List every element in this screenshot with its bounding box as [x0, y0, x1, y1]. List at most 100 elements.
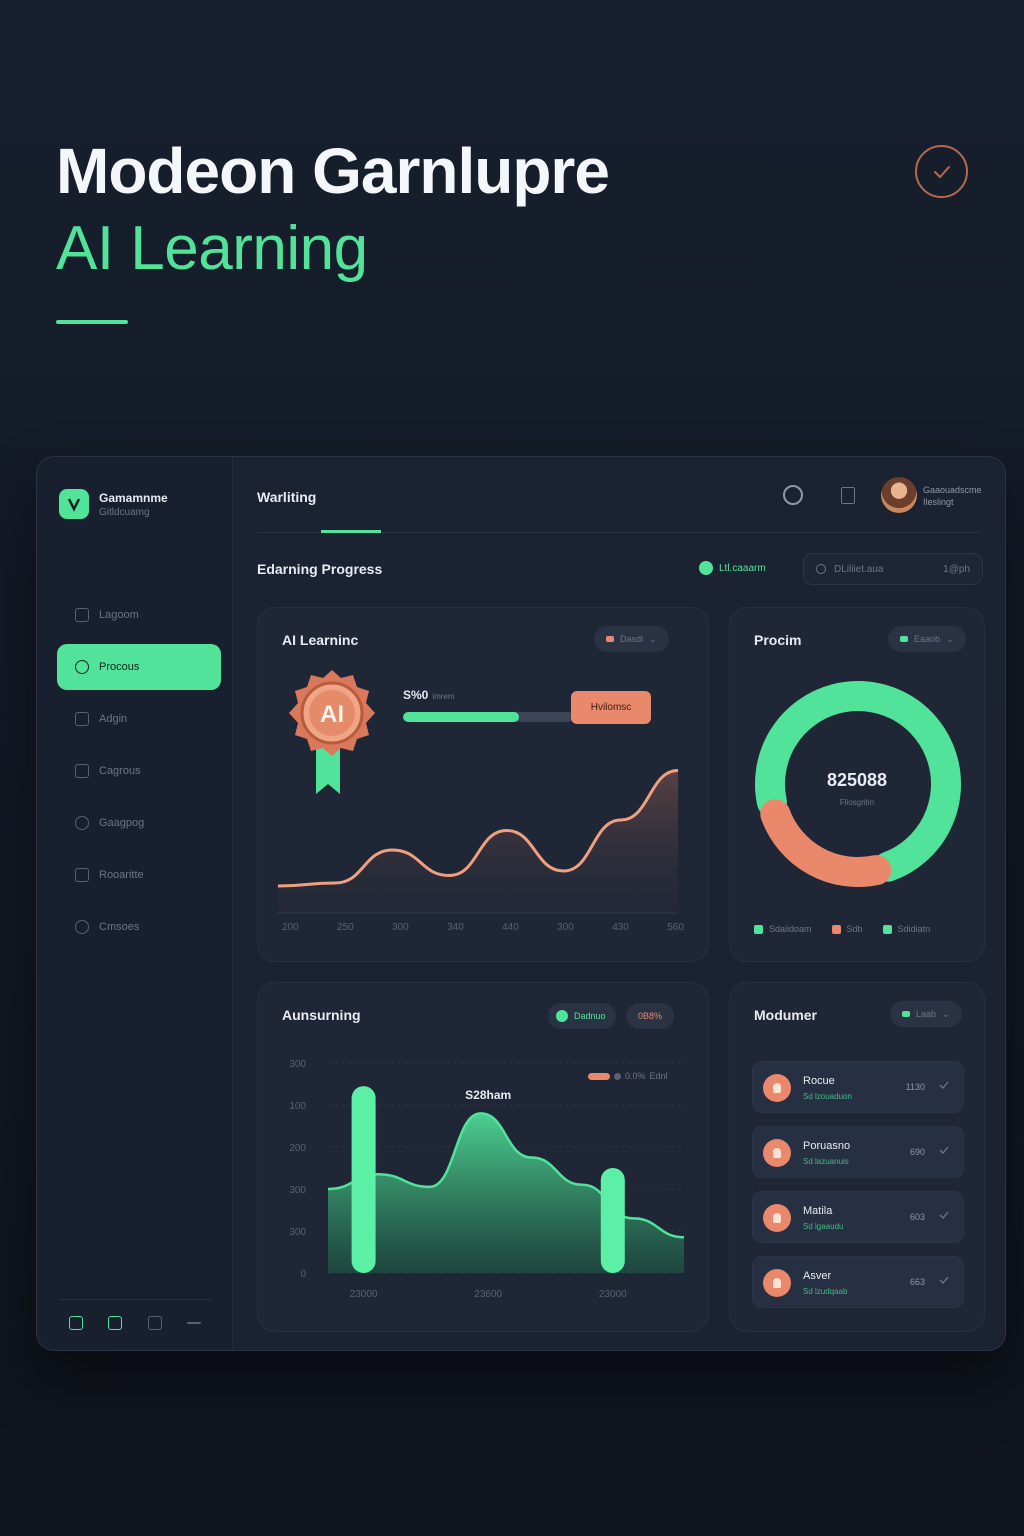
brand-name: Gamamnme [99, 490, 168, 505]
x-tick-label: 300 [557, 922, 574, 933]
brand-tagline: Gitldcuamg [99, 506, 150, 518]
item-subtitle: Sd lzouaduon [803, 1092, 852, 1101]
item-value: 1130 [905, 1082, 925, 1092]
donut-subtext: Fliosgritin [839, 798, 875, 807]
x-tick-label: 23600 [474, 1289, 502, 1300]
card-title: Modumer [754, 1007, 817, 1023]
pill-label: Dadnuo [574, 1011, 606, 1021]
dropdown-label: Laab [916, 1009, 937, 1019]
progress-label: S%0 imrem [403, 688, 455, 702]
check-icon [939, 1081, 949, 1089]
y-tick-label: 300 [289, 1185, 306, 1196]
tab-warliting[interactable]: Warliting [257, 489, 316, 505]
dropdown-label: Dasdl [620, 634, 644, 644]
donut-value: 825088 [826, 770, 888, 790]
avatar[interactable] [881, 477, 917, 513]
modumer-card: Modumer Laab ⌄ Rocue Sd lzouaduon 1130 P… [729, 982, 985, 1332]
sidebar: Gamamnme Gitldcuamg Lagoom Procous Adgin… [37, 457, 233, 1350]
x-axis-ticks: 200 250 300 340 440 300 430 560 [282, 922, 684, 933]
legend-item: Sdaiidoam [754, 924, 812, 934]
chevron-down-icon: ⌄ [942, 1008, 950, 1019]
user-name: Gaaouadscme [923, 485, 982, 495]
sidebar-item-procous[interactable]: Procous [57, 644, 221, 690]
home-icon[interactable] [69, 1316, 83, 1330]
y-tick-label: 300 [289, 1059, 306, 1070]
progress-bar [403, 712, 573, 722]
list-item[interactable]: Rocue Sd lzouaduon 1130 [752, 1061, 964, 1113]
bar [351, 1086, 376, 1273]
sidebar-item-label: Procous [99, 661, 140, 673]
list-item[interactable]: Poruasno Sd lazuanuis 690 [752, 1126, 964, 1178]
progress-button[interactable]: Hvilomsc [571, 691, 651, 724]
legend-item: Sdb [831, 924, 863, 934]
check-icon [933, 165, 950, 178]
user-icon [75, 712, 89, 726]
grid-icon[interactable] [108, 1316, 123, 1330]
y-tick-label: 0 [300, 1269, 306, 1280]
sidebar-item-cagrous[interactable]: Cagrous [57, 748, 221, 794]
main-content: Warliting Gaaouadscme Ileslingt Edarning… [233, 457, 1005, 1350]
sidebar-item-label: Rooaritte [99, 869, 144, 881]
ai-learning-card: AI Learninc Dasdl ⌄ AI S%0 imrem Hvilomsc… [257, 607, 709, 962]
sidebar-item-label: Lagoom [99, 609, 139, 621]
person-icon [763, 1204, 791, 1232]
item-subtitle: Sd lazuanuis [803, 1157, 849, 1166]
x-tick-label: 250 [337, 922, 354, 933]
sidebar-item-gaagpog[interactable]: Gaagpog [57, 800, 221, 846]
item-title: Rocue [803, 1075, 835, 1087]
filter-pill-orange[interactable]: 0B8% [626, 1003, 675, 1029]
date-selector[interactable]: DLiliiet.aua 1@ph [803, 553, 983, 585]
document-icon[interactable] [841, 487, 855, 504]
legend-item: Sdidiatn [882, 924, 930, 934]
list-item[interactable]: Asver Sd lzudqaab 663 [752, 1256, 964, 1308]
brand-logo-icon [59, 489, 89, 519]
person-icon [763, 1139, 791, 1167]
item-title: Matila [803, 1205, 833, 1217]
donut-slice [760, 799, 892, 887]
card-title: Aunsurning [282, 1007, 361, 1023]
check-button[interactable] [915, 145, 968, 198]
swatch-icon [606, 636, 614, 642]
y-tick-label: 100 [289, 1101, 306, 1112]
x-tick-label: 430 [612, 922, 629, 933]
period-dropdown[interactable]: Dasdl ⌄ [594, 626, 669, 652]
card-title: Procim [754, 632, 802, 648]
item-subtitle: Sd lgaaudu [803, 1222, 844, 1231]
swatch-icon [902, 1011, 910, 1017]
settings-icon [75, 920, 89, 934]
user-info[interactable]: Gaaouadscme Ileslingt [923, 485, 982, 508]
filter-chip[interactable]: Ltl.caaarm [699, 561, 766, 575]
list-item[interactable]: Matila Sd lgaaudu 603 [752, 1191, 964, 1243]
item-subtitle: Sd lzudqaab [803, 1287, 848, 1296]
more-icon[interactable] [186, 1322, 201, 1324]
period-dropdown[interactable]: Laab ⌄ [890, 1001, 962, 1027]
brand[interactable]: Gamamnme Gitldcuamg [59, 489, 168, 519]
x-tick-label: 440 [502, 922, 519, 933]
search-icon[interactable] [783, 485, 803, 505]
card-title: AI Learninc [282, 632, 359, 648]
sidebar-item-rooaritte[interactable]: Rooaritte [57, 852, 221, 898]
sidebar-item-label: Gaagpog [99, 817, 145, 829]
donut-legend: Sdaiidoam Sdb Sdidiatn [754, 924, 930, 934]
hero-divider [56, 320, 128, 324]
item-value: 663 [909, 1277, 925, 1287]
dropdown-label: Eaaob [914, 634, 941, 644]
y-tick-label: 200 [289, 1143, 306, 1154]
calendar-icon [816, 564, 826, 574]
section-title: Edarning Progress [257, 561, 383, 577]
tab-underline [321, 530, 381, 533]
menu-icon[interactable] [147, 1316, 162, 1330]
sidebar-item-lagoom[interactable]: Lagoom [57, 592, 221, 638]
hero-title: Modeon Garnlupre [56, 135, 610, 207]
y-tick-label: 300 [289, 1227, 306, 1238]
period-dropdown[interactable]: Eaaob ⌄ [888, 626, 966, 652]
item-title: Asver [803, 1270, 832, 1282]
sidebar-item-cmsoes[interactable]: Cmsoes [57, 904, 221, 950]
check-icon [939, 1146, 949, 1154]
aunsurning-chart: 300 100 200 300 300 0 S28ham 23000 23600 23000 [289, 1059, 685, 1300]
sidebar-footer [59, 1299, 211, 1330]
sidebar-item-adgin[interactable]: Adgin [57, 696, 221, 742]
filter-pill-green[interactable]: Dadnuo [548, 1003, 616, 1029]
filter-label: Ltl.caaarm [719, 562, 766, 574]
person-icon [763, 1269, 791, 1297]
